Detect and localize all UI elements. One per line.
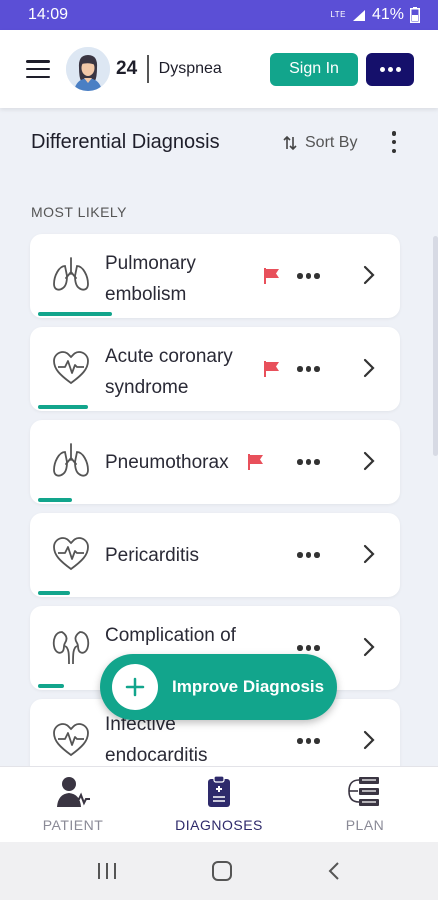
red-flag-icon <box>264 361 279 377</box>
home-icon[interactable] <box>210 860 234 882</box>
back-icon[interactable] <box>326 860 342 882</box>
likelihood-bar <box>38 591 70 595</box>
more-options-button[interactable] <box>366 52 414 86</box>
status-indicators: LTE 41% <box>330 6 420 24</box>
signal-icon <box>352 9 365 21</box>
patient-avatar[interactable] <box>66 47 110 91</box>
status-time: 14:09 <box>28 6 69 23</box>
chevron-right-icon[interactable] <box>362 543 376 565</box>
chevron-right-icon[interactable] <box>362 450 376 472</box>
patient-age: 24 <box>116 58 138 79</box>
likelihood-bar <box>38 405 88 409</box>
heart-pulse-icon <box>53 537 89 571</box>
scrollbar[interactable] <box>433 236 438 456</box>
app-header: 24 Dyspnea Sign In <box>0 30 438 108</box>
diagnosis-name: Pulmonary embolism <box>105 253 196 305</box>
likelihood-bar <box>38 312 112 316</box>
diagnosis-name: Pneumothorax <box>105 452 229 473</box>
card-more-icon[interactable] <box>297 459 320 465</box>
nav-label-patient: PATIENT <box>42 817 104 833</box>
sort-icon <box>283 135 297 151</box>
diagnosis-card[interactable]: Pericarditis <box>30 513 400 597</box>
system-navigation-bar <box>0 842 438 900</box>
card-more-icon[interactable] <box>297 366 320 372</box>
header-divider <box>147 55 149 83</box>
bottom-navigation: PATIENT DIAGNOSES PLAN <box>0 766 438 842</box>
red-flag-icon <box>264 268 279 284</box>
section-menu-icon[interactable] <box>389 131 399 153</box>
hamburger-menu-icon[interactable] <box>26 60 50 78</box>
chief-complaint: Dyspnea <box>158 60 222 77</box>
sort-by-button[interactable]: Sort By <box>283 134 357 152</box>
nav-tab-diagnoses[interactable]: DIAGNOSES <box>146 767 292 842</box>
clipboard-icon <box>208 775 230 807</box>
sort-by-label: Sort By <box>305 134 358 151</box>
improve-diagnosis-button[interactable]: Improve Diagnosis <box>100 654 337 720</box>
diagnosis-name: Pericarditis <box>105 545 199 566</box>
kidneys-icon <box>52 631 90 665</box>
card-more-icon[interactable] <box>297 273 320 279</box>
lungs-icon <box>53 257 89 291</box>
diagnosis-name: Complication of <box>105 625 236 646</box>
nav-tab-patient[interactable]: PATIENT <box>0 767 146 842</box>
sign-in-button[interactable]: Sign In <box>270 52 358 86</box>
plan-icon <box>348 777 379 806</box>
card-more-icon[interactable] <box>297 645 320 651</box>
battery-icon <box>410 7 420 23</box>
improve-diagnosis-label: Improve Diagnosis <box>172 677 325 696</box>
battery-percent: 41% <box>371 6 404 23</box>
patient-icon <box>57 777 90 807</box>
chevron-right-icon[interactable] <box>362 357 376 379</box>
diagnosis-name: Acute coronary syndrome <box>105 346 233 398</box>
group-label: MOST LIKELY <box>31 204 128 220</box>
chevron-right-icon[interactable] <box>362 636 376 658</box>
recent-apps-icon[interactable] <box>96 861 118 881</box>
lungs-icon <box>53 443 89 477</box>
status-bar: 14:09 LTE 41% <box>0 0 438 30</box>
red-flag-icon <box>248 454 263 470</box>
diagnosis-card[interactable]: Acute coronary syndrome <box>30 327 400 411</box>
diagnosis-card[interactable]: Pulmonary embolism <box>30 234 400 318</box>
chevron-right-icon[interactable] <box>362 729 376 751</box>
card-more-icon[interactable] <box>297 738 320 744</box>
nav-label-diagnoses: DIAGNOSES <box>175 817 263 833</box>
chevron-right-icon[interactable] <box>362 264 376 286</box>
likelihood-bar <box>38 498 72 502</box>
heart-pulse-icon <box>53 723 89 757</box>
card-more-icon[interactable] <box>297 552 320 558</box>
nav-tab-plan[interactable]: PLAN <box>292 767 438 842</box>
network-type: LTE <box>330 10 346 19</box>
plus-icon <box>112 664 158 710</box>
diagnosis-card[interactable]: Pneumothorax <box>30 420 400 504</box>
likelihood-bar <box>38 684 64 688</box>
nav-label-plan: PLAN <box>345 817 385 833</box>
heart-pulse-icon <box>53 351 89 385</box>
section-title: Differential Diagnosis <box>31 131 220 153</box>
